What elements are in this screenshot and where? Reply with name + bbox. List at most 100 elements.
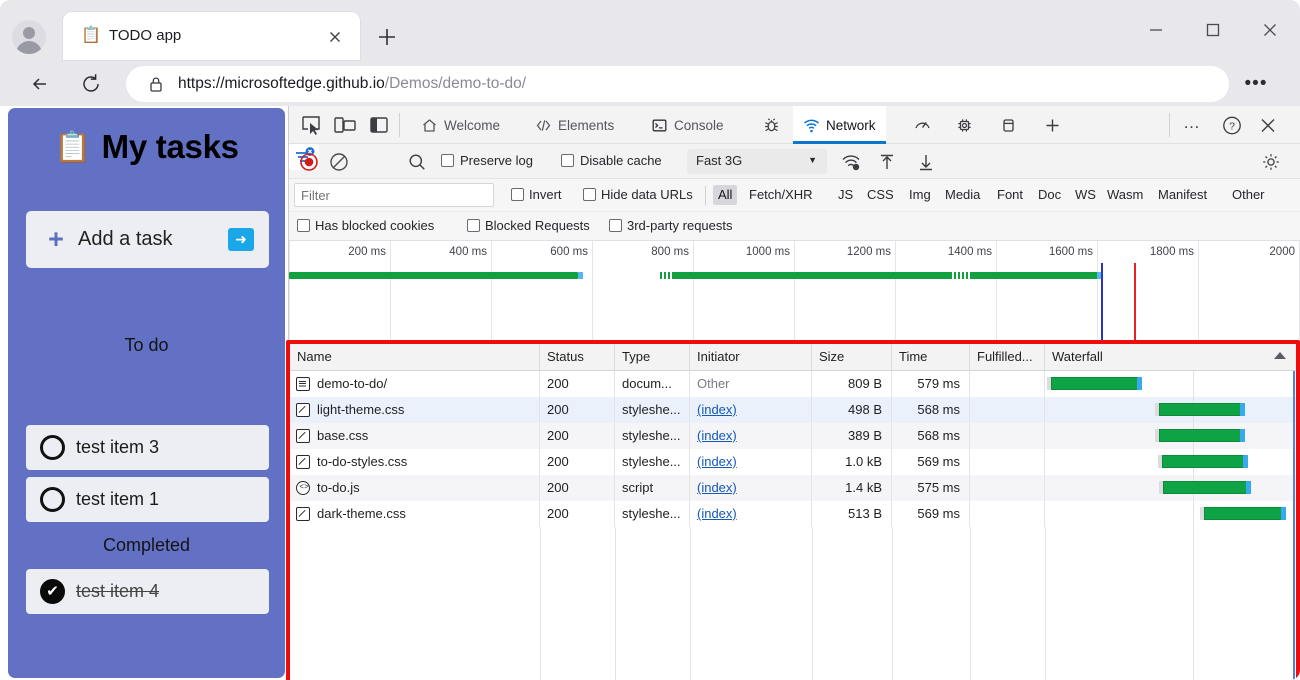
checkbox-box[interactable] [297,219,310,232]
third-party-requests-checkbox[interactable]: 3rd-party requests [609,218,733,233]
throttle-dropdown[interactable]: Fast 3G ▼ [687,149,827,174]
column-header-waterfall[interactable]: Waterfall [1045,344,1296,370]
list-item[interactable]: test item 1 [26,477,269,522]
divider [399,113,400,137]
record-button[interactable] [297,150,321,174]
column-header-type[interactable]: Type [615,344,690,370]
network-overview-timeline[interactable]: 200 ms 400 ms 600 ms 800 ms 1000 ms 1200… [289,241,1300,341]
initiator-link[interactable]: (index) [697,454,737,469]
initiator-link[interactable]: (index) [697,402,737,417]
column-header-fulfilled[interactable]: Fulfilled... [970,344,1045,370]
checkbox-box[interactable] [609,219,622,232]
column-header-size[interactable]: Size [812,344,892,370]
tab-network[interactable]: Network [793,106,886,144]
blocked-requests-checkbox[interactable]: Blocked Requests [467,218,590,233]
browser-more-button[interactable]: ••• [1242,70,1270,98]
tab-issues-bug[interactable] [753,106,789,144]
initiator-link[interactable]: (index) [697,506,737,521]
tab-application[interactable] [989,106,1027,144]
cell-waterfall [1045,423,1296,449]
hide-data-urls-checkbox[interactable]: Hide data URLs [583,187,693,202]
filter-checkbox-row: Has blocked cookies Blocked Requests 3rd… [289,212,1300,241]
export-har-icon[interactable] [914,150,938,174]
task-checkbox[interactable] [40,487,65,512]
tab-console[interactable]: Console [641,106,734,144]
disable-cache-checkbox[interactable]: Disable cache [561,153,662,168]
preserve-log-checkbox[interactable]: Preserve log [441,153,533,168]
add-task-input[interactable]: + Add a task ➜ [26,211,269,268]
new-tab-button[interactable] [372,22,402,52]
sort-ascending-icon[interactable] [1274,352,1286,359]
submit-arrow-icon[interactable]: ➜ [228,228,254,251]
tab-welcome[interactable]: Welcome [411,106,510,144]
tab-label: Welcome [444,117,501,133]
back-button[interactable] [24,67,58,101]
type-filter-font[interactable]: Font [997,187,1023,202]
address-bar[interactable]: https://microsoftedge.github.io/Demos/de… [126,66,1229,102]
cell-initiator[interactable]: (index) [690,449,812,475]
clear-button[interactable] [327,150,351,174]
gear-icon[interactable] [1259,150,1283,174]
column-header-time[interactable]: Time [892,344,970,370]
cell-initiator[interactable]: (index) [690,423,812,449]
list-item[interactable]: ✔ test item 4 [26,569,269,614]
checkbox-box[interactable] [583,188,596,201]
invert-checkbox[interactable]: Invert [511,187,562,202]
task-checkbox[interactable] [40,435,65,460]
type-filter-manifest[interactable]: Manifest [1158,187,1207,202]
tab-memory[interactable] [945,106,983,144]
tab-performance[interactable] [903,106,941,144]
dock-side-icon[interactable] [365,112,393,138]
import-har-icon[interactable] [875,150,899,174]
type-filter-fetchxhr[interactable]: Fetch/XHR [749,187,813,202]
table-row[interactable]: demo-to-do/ 200 docum... Other 809 B 579… [290,371,1296,397]
devtools-more-button[interactable]: … [1183,113,1209,138]
type-filter-ws[interactable]: WS [1075,187,1096,202]
table-row[interactable]: dark-theme.css 200 styleshe... (index) 5… [290,501,1296,527]
network-conditions-icon[interactable] [839,150,863,174]
has-blocked-cookies-checkbox[interactable]: Has blocked cookies [297,218,434,233]
close-icon[interactable] [324,26,346,48]
table-row[interactable]: to-do.js 200 script (index) 1.4 kB 575 m… [290,475,1296,501]
checkbox-box[interactable] [441,154,454,167]
type-filter-other[interactable]: Other [1232,187,1265,202]
window-minimize-button[interactable] [1134,14,1178,46]
search-icon[interactable] [405,150,429,174]
task-checkbox-checked[interactable]: ✔ [40,579,65,604]
checkbox-box[interactable] [561,154,574,167]
checkbox-box[interactable] [467,219,480,232]
tab-elements[interactable]: Elements [525,106,624,144]
browser-tab[interactable]: 📋 TODO app [63,12,360,60]
type-filter-all[interactable]: All [713,185,738,205]
filter-input[interactable] [294,183,494,207]
table-row[interactable]: to-do-styles.css 200 styleshe... (index)… [290,449,1296,475]
inspect-element-icon[interactable] [297,112,325,138]
type-filter-img[interactable]: Img [909,187,931,202]
table-row[interactable]: light-theme.css 200 styleshe... (index) … [290,397,1296,423]
type-filter-doc[interactable]: Doc [1038,187,1061,202]
type-filter-js[interactable]: JS [838,187,853,202]
window-close-button[interactable] [1248,14,1292,46]
type-filter-css[interactable]: CSS [867,187,894,202]
type-filter-wasm[interactable]: Wasm [1107,187,1143,202]
initiator-link[interactable]: (index) [697,428,737,443]
cell-initiator[interactable]: (index) [690,397,812,423]
column-header-name[interactable]: Name [290,344,540,370]
cell-waterfall [1045,371,1296,397]
column-header-status[interactable]: Status [540,344,615,370]
add-panel-button[interactable] [1033,106,1071,144]
column-header-initiator[interactable]: Initiator [690,344,812,370]
initiator-link[interactable]: (index) [697,480,737,495]
cell-initiator[interactable]: (index) [690,475,812,501]
profile-avatar[interactable] [12,20,46,54]
cell-initiator[interactable]: (index) [690,501,812,527]
close-icon[interactable] [1255,113,1281,138]
type-filter-media[interactable]: Media [945,187,980,202]
help-icon[interactable]: ? [1219,113,1245,138]
list-item[interactable]: test item 3 [26,425,269,470]
window-maximize-button[interactable] [1191,14,1235,46]
table-row[interactable]: base.css 200 styleshe... (index) 389 B 5… [290,423,1296,449]
device-emulation-icon[interactable] [331,112,359,138]
checkbox-box[interactable] [511,188,524,201]
reload-button[interactable] [74,67,108,101]
